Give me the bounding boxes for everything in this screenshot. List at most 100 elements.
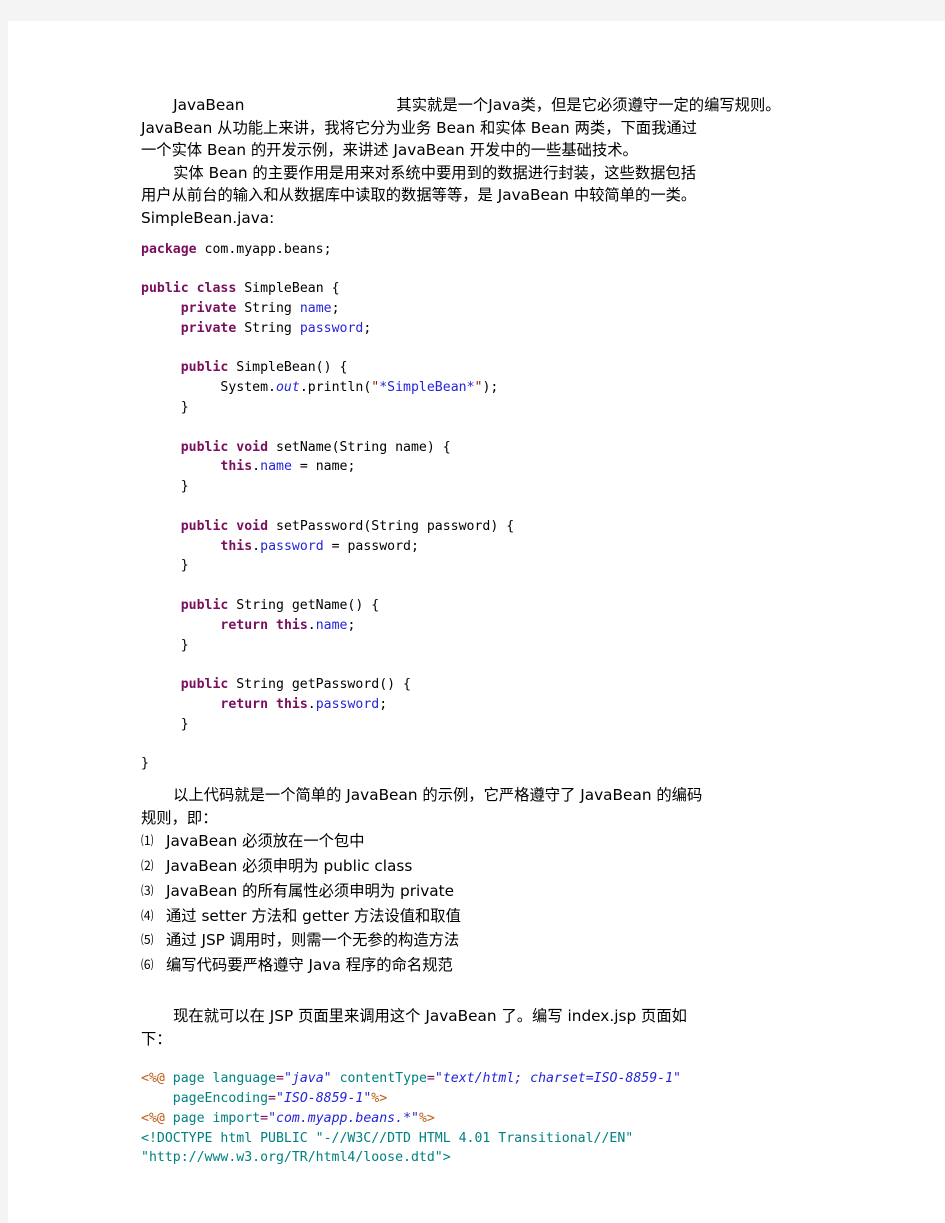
rules-list: ⑴ JavaBean 必须放在一个包中 ⑵ JavaBean 必须申明为 public… [141, 829, 871, 978]
code-token: void [236, 439, 269, 455]
code-token: <%@ [141, 1071, 165, 1087]
page-background: JavaBean 其实就是一个Java类，但是它必须遵守一定的编写规则。 Java… [0, 0, 945, 1223]
code-token: name [260, 459, 292, 475]
code-line: public SimpleBean() { [141, 358, 871, 378]
code-token: } [141, 716, 189, 732]
code-token: . [307, 617, 316, 633]
rule-text: 通过 JSP 调用时，则需一个无参的构造方法 [166, 931, 460, 950]
rule-marker: ⑵ [141, 858, 154, 874]
rule-item: ⑶ JavaBean 的所有属性必须申明为 private [141, 879, 871, 904]
jsp-line: <!DOCTYPE html PUBLIC "-//W3C//DTD HTML … [141, 1129, 871, 1149]
code-token: this [276, 696, 308, 712]
code-token: setPassword(String password) { [268, 518, 515, 534]
jsp-code-block: <%@ page language="java" contentType="te… [141, 1069, 871, 1168]
code-token: <!DOCTYPE html PUBLIC "-//W3C//DTD HTML … [141, 1130, 634, 1146]
code-token: . [307, 696, 316, 712]
code-line: } [141, 398, 871, 418]
code-token: } [141, 399, 189, 415]
code-token: page [172, 1110, 205, 1126]
intro-paragraph-1: JavaBean 其实就是一个Java类，但是它必须遵守一定的编写规则。 Java… [141, 94, 871, 162]
rule-text: JavaBean 必须放在一个包中 [166, 832, 365, 851]
document-page: JavaBean 其实就是一个Java类，但是它必须遵守一定的编写规则。 Java… [8, 21, 945, 1223]
code-token: = [260, 1110, 269, 1126]
code-token: this [220, 459, 253, 475]
rule-text: JavaBean 的所有属性必须申明为 private [166, 881, 455, 900]
code-token: return [220, 696, 269, 712]
code-line: System.out.println("*SimpleBean*"); [141, 378, 871, 398]
java-code-block: package com.myapp.beans; public class Si… [141, 240, 871, 775]
intro2-line-1: 实体 Bean 的主要作用是用来对系统中要用到的数据进行封装，这些数据包括 [173, 163, 697, 182]
code-token: void [236, 518, 269, 534]
jsp-line: <%@ page language="java" contentType="te… [141, 1069, 871, 1089]
code-token: name [315, 617, 348, 633]
code-token: . [252, 459, 261, 475]
rule-marker: ⑴ [141, 833, 154, 849]
code-token: System. [141, 380, 276, 396]
code-token: "http://www.w3.org/TR/html4/loose.dtd"> [141, 1150, 451, 1166]
jsp-line: <%@ page import="com.myapp.beans.*"%> [141, 1109, 871, 1129]
code-line: public class SimpleBean { [141, 279, 871, 299]
code-token: page [172, 1071, 205, 1087]
rule-item: ⑵ JavaBean 必须申明为 public class [141, 854, 871, 879]
code-line: } [141, 754, 871, 774]
code-token: private [180, 300, 237, 316]
rules-intro-line-1: 以上代码就是一个简单的 JavaBean 的示例，它严格遵守了 JavaBean… [173, 786, 703, 805]
code-token: this [276, 617, 308, 633]
rule-item: ⑴ JavaBean 必须放在一个包中 [141, 829, 871, 854]
code-token: public [180, 439, 229, 455]
code-token: "java" [283, 1071, 332, 1087]
code-token: "com.myapp.beans.*" [268, 1110, 419, 1126]
code-token: class [196, 281, 237, 297]
code-line: public String getPassword() { [141, 675, 871, 695]
code-token: .println( [299, 380, 372, 396]
code-token: pageEncoding [172, 1091, 269, 1107]
code-line: public void setName(String name) { [141, 438, 871, 458]
code-token: password [299, 320, 364, 336]
code-token: } [141, 756, 149, 772]
code-token: = password; [323, 538, 419, 554]
code-line: } [141, 477, 871, 497]
code-token: = name; [291, 459, 356, 475]
code-token: this [220, 538, 253, 554]
code-token: password [260, 538, 324, 554]
intro2-line-2: 用户从前台的输入和从数据库中读取的数据等等，是 JavaBean 中较简单的一类… [141, 186, 697, 205]
code-token: ; [363, 320, 372, 336]
code-line: } [141, 715, 871, 735]
rule-text: JavaBean 必须申明为 public class [166, 857, 413, 876]
code-token: String getName() { [228, 597, 380, 613]
code-line: return this.name; [141, 616, 871, 636]
code-token: setName(String name) { [268, 439, 451, 455]
rule-marker: ⑶ [141, 882, 154, 898]
code-line: package com.myapp.beans; [141, 240, 871, 260]
code-token: "text/html; charset=ISO-8859-1" [434, 1071, 682, 1087]
rule-item: ⑸ 通过 JSP 调用时，则需一个无参的构造方法 [141, 928, 871, 953]
code-line: public void setPassword(String password)… [141, 517, 871, 537]
code-token: SimpleBean { [236, 281, 340, 297]
code-token: } [141, 637, 189, 653]
rule-marker: ⑷ [141, 907, 154, 923]
rule-item: ⑹ 编写代码要严格遵守 Java 程序的命名规范 [141, 953, 871, 978]
code-token: SimpleBean() { [228, 360, 348, 376]
code-token: ; [347, 617, 356, 633]
code-token: %> [371, 1091, 388, 1107]
rule-text: 编写代码要严格遵守 Java 程序的命名规范 [166, 956, 453, 975]
code-token: ; [379, 696, 388, 712]
code-token: contentType [339, 1071, 427, 1087]
code-token: public [141, 281, 189, 297]
